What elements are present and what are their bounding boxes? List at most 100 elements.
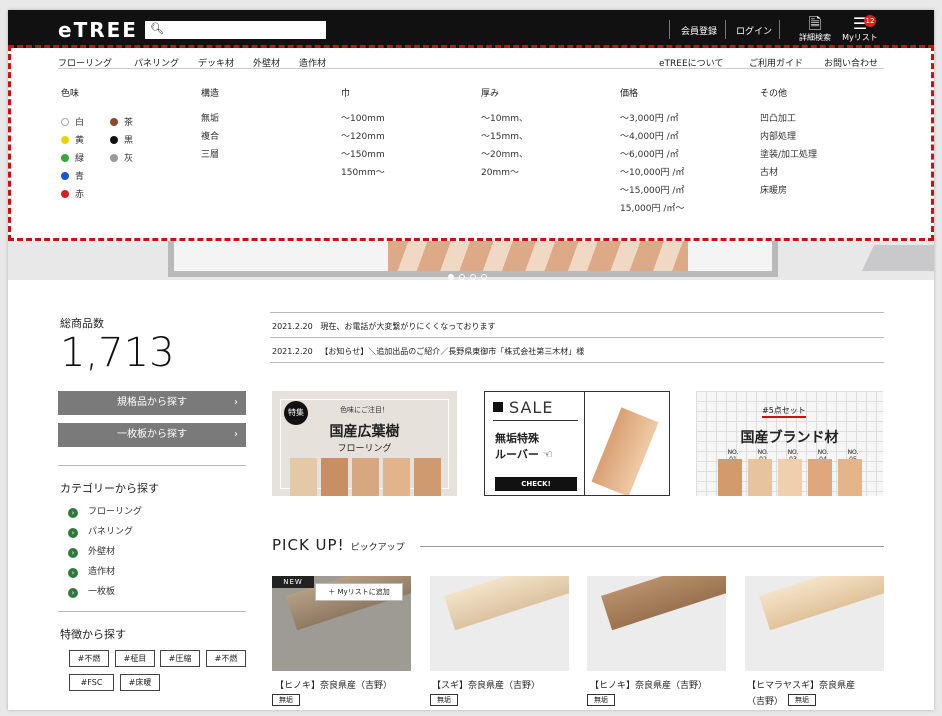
news-item[interactable]: 2021.2.20 【お知らせ】＼追加出品のご紹介／長野県東御市「株式会社第三木… bbox=[272, 346, 584, 357]
category-item[interactable]: › 一枚板 bbox=[68, 584, 115, 598]
banner-hardwood-flooring[interactable]: 特集 色味にご注目！ 国産広葉樹 フローリング bbox=[272, 391, 457, 496]
product-image[interactable] bbox=[587, 576, 726, 671]
category-item[interactable]: › パネリング bbox=[68, 524, 133, 538]
other-option[interactable]: 内部処理 bbox=[760, 131, 817, 149]
feature-tag[interactable]: #圧縮 bbox=[160, 650, 200, 667]
slider-dot-active[interactable] bbox=[448, 274, 454, 280]
pointer-hand-icon: ☜ bbox=[542, 448, 553, 461]
banner-domestic-brand[interactable]: #5点セット 国産ブランド材 NO.01NO.02NO.03NO.04NO.05 bbox=[696, 391, 883, 496]
product-title-line2[interactable]: （吉野） bbox=[747, 694, 783, 707]
thickness-option[interactable]: 20mm〜 bbox=[481, 167, 528, 185]
product-title[interactable]: 【ヒマラヤスギ】奈良県産 bbox=[747, 678, 855, 691]
banner-caption: 色味にご注目！ bbox=[340, 406, 389, 414]
product-title[interactable]: 【スギ】奈良県産（吉野） bbox=[432, 678, 540, 691]
price-option[interactable]: 〜10,000円 /㎡ bbox=[620, 167, 684, 185]
search-icon: 🔍︎ bbox=[150, 22, 164, 35]
check-button[interactable]: CHECK! bbox=[495, 477, 577, 491]
feature-tag[interactable]: #FSC bbox=[69, 674, 114, 691]
color-option-red[interactable]: 赤 bbox=[61, 189, 84, 207]
login-link[interactable]: ログイン bbox=[736, 24, 772, 37]
category-label: 造作材 bbox=[88, 567, 116, 577]
single-board-search-button[interactable]: 一枚板から探す › bbox=[58, 423, 246, 447]
banner-sale-louver[interactable]: SALE 無垢特殊 ルーバー ☜ CHECK! bbox=[484, 391, 670, 496]
width-option[interactable]: 〜150mm bbox=[341, 149, 385, 167]
option-label: 赤 bbox=[75, 190, 85, 200]
structure-option[interactable]: 複合 bbox=[201, 131, 219, 149]
price-option[interactable]: 15,000円 /㎡〜 bbox=[620, 203, 684, 221]
option-label: 灰 bbox=[124, 154, 134, 164]
filter-structure: 構造 無垢 複合 三層 bbox=[201, 86, 219, 167]
thickness-option[interactable]: 〜20mm、 bbox=[481, 149, 528, 167]
price-option[interactable]: 〜3,000円 /㎡ bbox=[620, 113, 684, 131]
width-option[interactable]: 〜100mm bbox=[341, 113, 385, 131]
feature-tag[interactable]: #不燃 bbox=[206, 650, 246, 667]
category-label: 外壁材 bbox=[88, 547, 116, 557]
news-item[interactable]: 2021.2.20 現在、お電話が大変繋がりにくくなっております bbox=[272, 321, 496, 332]
slider-dot[interactable] bbox=[470, 274, 476, 280]
news-text: 【お知らせ】＼追加出品のご紹介／長野県東御市「株式会社第三木材」様 bbox=[320, 347, 585, 356]
price-option[interactable]: 〜6,000円 /㎡ bbox=[620, 149, 684, 167]
color-option-brown[interactable]: 茶 bbox=[110, 117, 133, 135]
slider-dot[interactable] bbox=[481, 274, 487, 280]
detail-search-button[interactable]: 🗎︎ 詳細検索 bbox=[798, 15, 832, 43]
divider bbox=[58, 611, 246, 612]
structure-option[interactable]: 無垢 bbox=[201, 113, 219, 131]
slider-dot[interactable] bbox=[459, 274, 465, 280]
filter-width: 巾 〜100mm 〜120mm 〜150mm 150mm〜 bbox=[341, 86, 385, 185]
product-title[interactable]: 【ヒノキ】奈良県産（吉野） bbox=[590, 678, 707, 691]
filter-heading: 厚み bbox=[481, 89, 500, 99]
filter-price: 価格 〜3,000円 /㎡ 〜4,000円 /㎡ 〜6,000円 /㎡ 〜10,… bbox=[620, 86, 684, 221]
brown-swatch-icon bbox=[110, 118, 118, 126]
checkbox-icon bbox=[493, 402, 503, 412]
product-image[interactable] bbox=[430, 576, 569, 671]
category-item[interactable]: › 外壁材 bbox=[68, 544, 115, 558]
other-option[interactable]: 古材 bbox=[760, 167, 817, 185]
option-label: 青 bbox=[75, 172, 85, 182]
color-option-yellow[interactable]: 黄 bbox=[61, 135, 84, 153]
width-option[interactable]: 〜120mm bbox=[341, 131, 385, 149]
category-item[interactable]: › 造作材 bbox=[68, 564, 115, 578]
category-item[interactable]: › フローリング bbox=[68, 504, 142, 518]
product-title[interactable]: 【ヒノキ】奈良県産（吉野） bbox=[275, 678, 392, 691]
set-label: #5点セット bbox=[762, 405, 806, 418]
category-heading: カテゴリーから探す bbox=[60, 482, 159, 495]
other-option[interactable]: 塗装/加工処理 bbox=[760, 149, 817, 167]
louver-image bbox=[591, 407, 659, 495]
product-tag: 無垢 bbox=[430, 694, 458, 706]
chevron-circle-icon: › bbox=[68, 588, 78, 598]
color-option-black[interactable]: 黒 bbox=[110, 135, 133, 153]
header-divider bbox=[725, 20, 726, 39]
other-option[interactable]: 凹凸加工 bbox=[760, 113, 817, 131]
register-link[interactable]: 会員登録 bbox=[681, 24, 717, 37]
other-option[interactable]: 床暖房 bbox=[760, 185, 817, 203]
new-badge: NEW bbox=[272, 576, 314, 588]
add-to-mylist-button[interactable]: ＋ Myリストに追加 bbox=[315, 583, 403, 601]
logo[interactable]: eTREE bbox=[58, 18, 138, 42]
search-input[interactable]: 🔍︎ bbox=[145, 21, 326, 39]
thickness-option[interactable]: 〜15mm、 bbox=[481, 131, 528, 149]
feature-tag[interactable]: #柾目 bbox=[115, 650, 155, 667]
hero-wood-image bbox=[388, 241, 688, 271]
gray-swatch-icon bbox=[110, 154, 118, 162]
news-date: 2021.2.20 bbox=[272, 322, 313, 331]
sale-label: SALE bbox=[509, 398, 554, 417]
width-option[interactable]: 150mm〜 bbox=[341, 167, 385, 185]
chevron-circle-icon: › bbox=[68, 568, 78, 578]
price-option[interactable]: 〜4,000円 /㎡ bbox=[620, 131, 684, 149]
color-option-blue[interactable]: 青 bbox=[61, 171, 84, 189]
product-image[interactable] bbox=[745, 576, 884, 671]
color-option-white[interactable]: 白 bbox=[61, 117, 84, 135]
banner-title: 無垢特殊 bbox=[495, 432, 539, 445]
hero-laptop-image bbox=[861, 245, 934, 271]
feature-tag[interactable]: #床暖 bbox=[120, 674, 160, 691]
color-option-gray[interactable]: 灰 bbox=[110, 153, 133, 171]
structure-option[interactable]: 三層 bbox=[201, 149, 219, 167]
price-option[interactable]: 〜15,000円 /㎡ bbox=[620, 185, 684, 203]
feature-tag[interactable]: #不燃 bbox=[69, 650, 109, 667]
color-option-green[interactable]: 緑 bbox=[61, 153, 84, 171]
standard-search-button[interactable]: 規格品から探す › bbox=[58, 391, 246, 415]
thickness-option[interactable]: 〜10mm、 bbox=[481, 113, 528, 131]
plank-image bbox=[759, 576, 884, 631]
pickup-heading: PICK UP! ピックアップ bbox=[272, 536, 405, 554]
product-tag: 無垢 bbox=[788, 694, 816, 706]
